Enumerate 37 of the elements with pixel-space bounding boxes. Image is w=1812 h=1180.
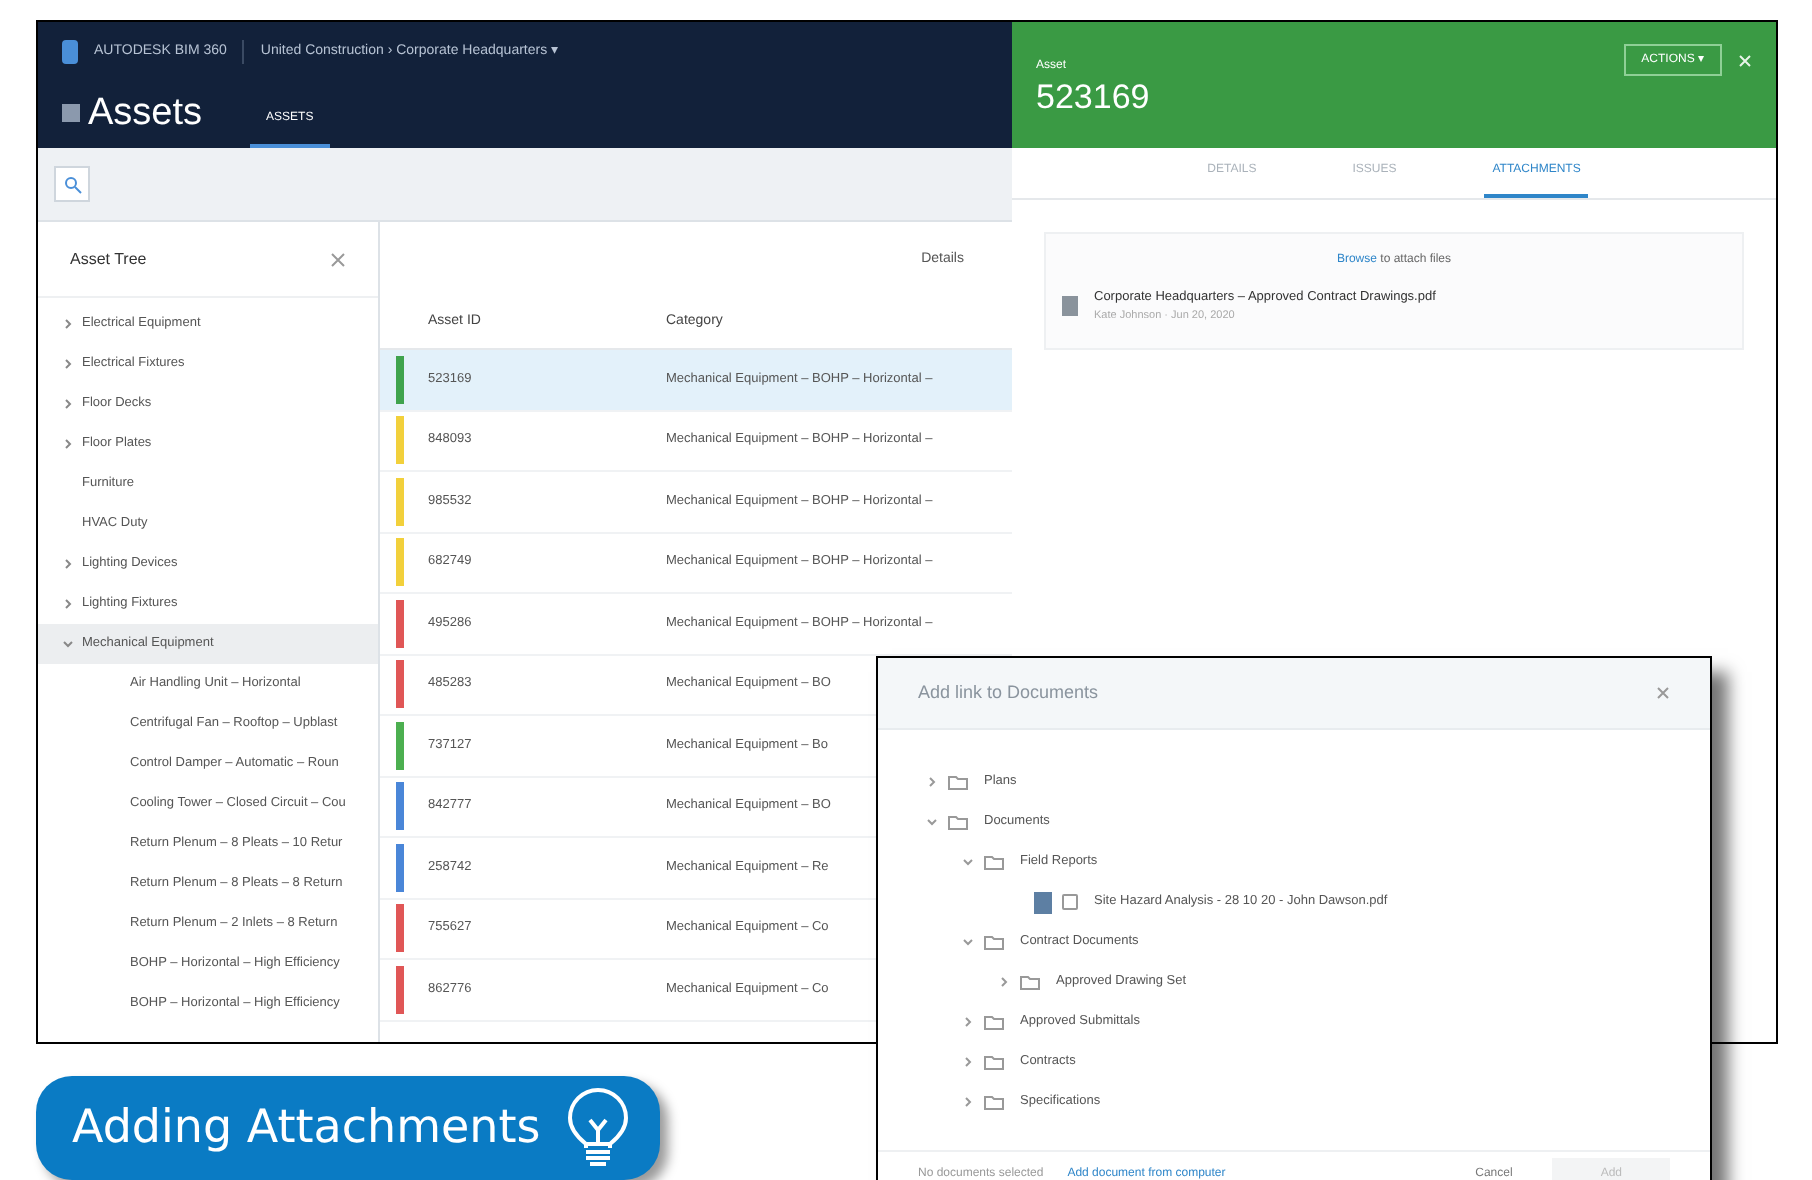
- document-icon: [1062, 296, 1078, 316]
- folder-icon: [984, 1054, 1004, 1070]
- chevron-right-icon[interactable]: [962, 1016, 974, 1028]
- lightbulb-icon: [564, 1088, 633, 1168]
- folder-icon: [984, 1094, 1004, 1110]
- chevron-right-icon[interactable]: [998, 976, 1010, 988]
- chevron-right-icon[interactable]: [62, 558, 74, 570]
- folder-icon: [984, 934, 1004, 950]
- chevron-down-icon[interactable]: [62, 638, 74, 650]
- folder-icon: [984, 1014, 1004, 1030]
- search-button[interactable]: [54, 166, 90, 202]
- chevron-right-icon[interactable]: [62, 598, 74, 610]
- folder-icon: [948, 774, 968, 790]
- tip-button[interactable]: Adding Attachments: [36, 1076, 660, 1180]
- document-icon: [1034, 891, 1052, 913]
- chevron-right-icon[interactable]: [962, 1096, 974, 1108]
- panel-title: Asset Tree: [70, 247, 147, 271]
- folder-icon: [948, 814, 968, 830]
- page-title: Assets: [88, 94, 203, 132]
- folder-icon: [984, 854, 1004, 870]
- chevron-down-icon[interactable]: [962, 936, 974, 948]
- grid-icon: [62, 104, 80, 122]
- search-icon: [63, 175, 81, 193]
- close-icon[interactable]: [1656, 686, 1670, 700]
- checkbox[interactable]: [1062, 894, 1078, 910]
- chevron-right-icon[interactable]: [926, 776, 938, 788]
- chevron-right-icon[interactable]: [962, 1056, 974, 1068]
- asset-id: 523169: [1036, 76, 1150, 119]
- logo-icon: [62, 40, 78, 64]
- chevron-right-icon[interactable]: [62, 398, 74, 410]
- chevron-right-icon[interactable]: [62, 358, 74, 370]
- chevron-right-icon[interactable]: [62, 318, 74, 330]
- folder-icon: [1020, 974, 1040, 990]
- chevron-down-icon[interactable]: [926, 816, 938, 828]
- collapse-icon[interactable]: [330, 251, 346, 267]
- chevron-right-icon[interactable]: [62, 438, 74, 450]
- chevron-down-icon[interactable]: [962, 856, 974, 868]
